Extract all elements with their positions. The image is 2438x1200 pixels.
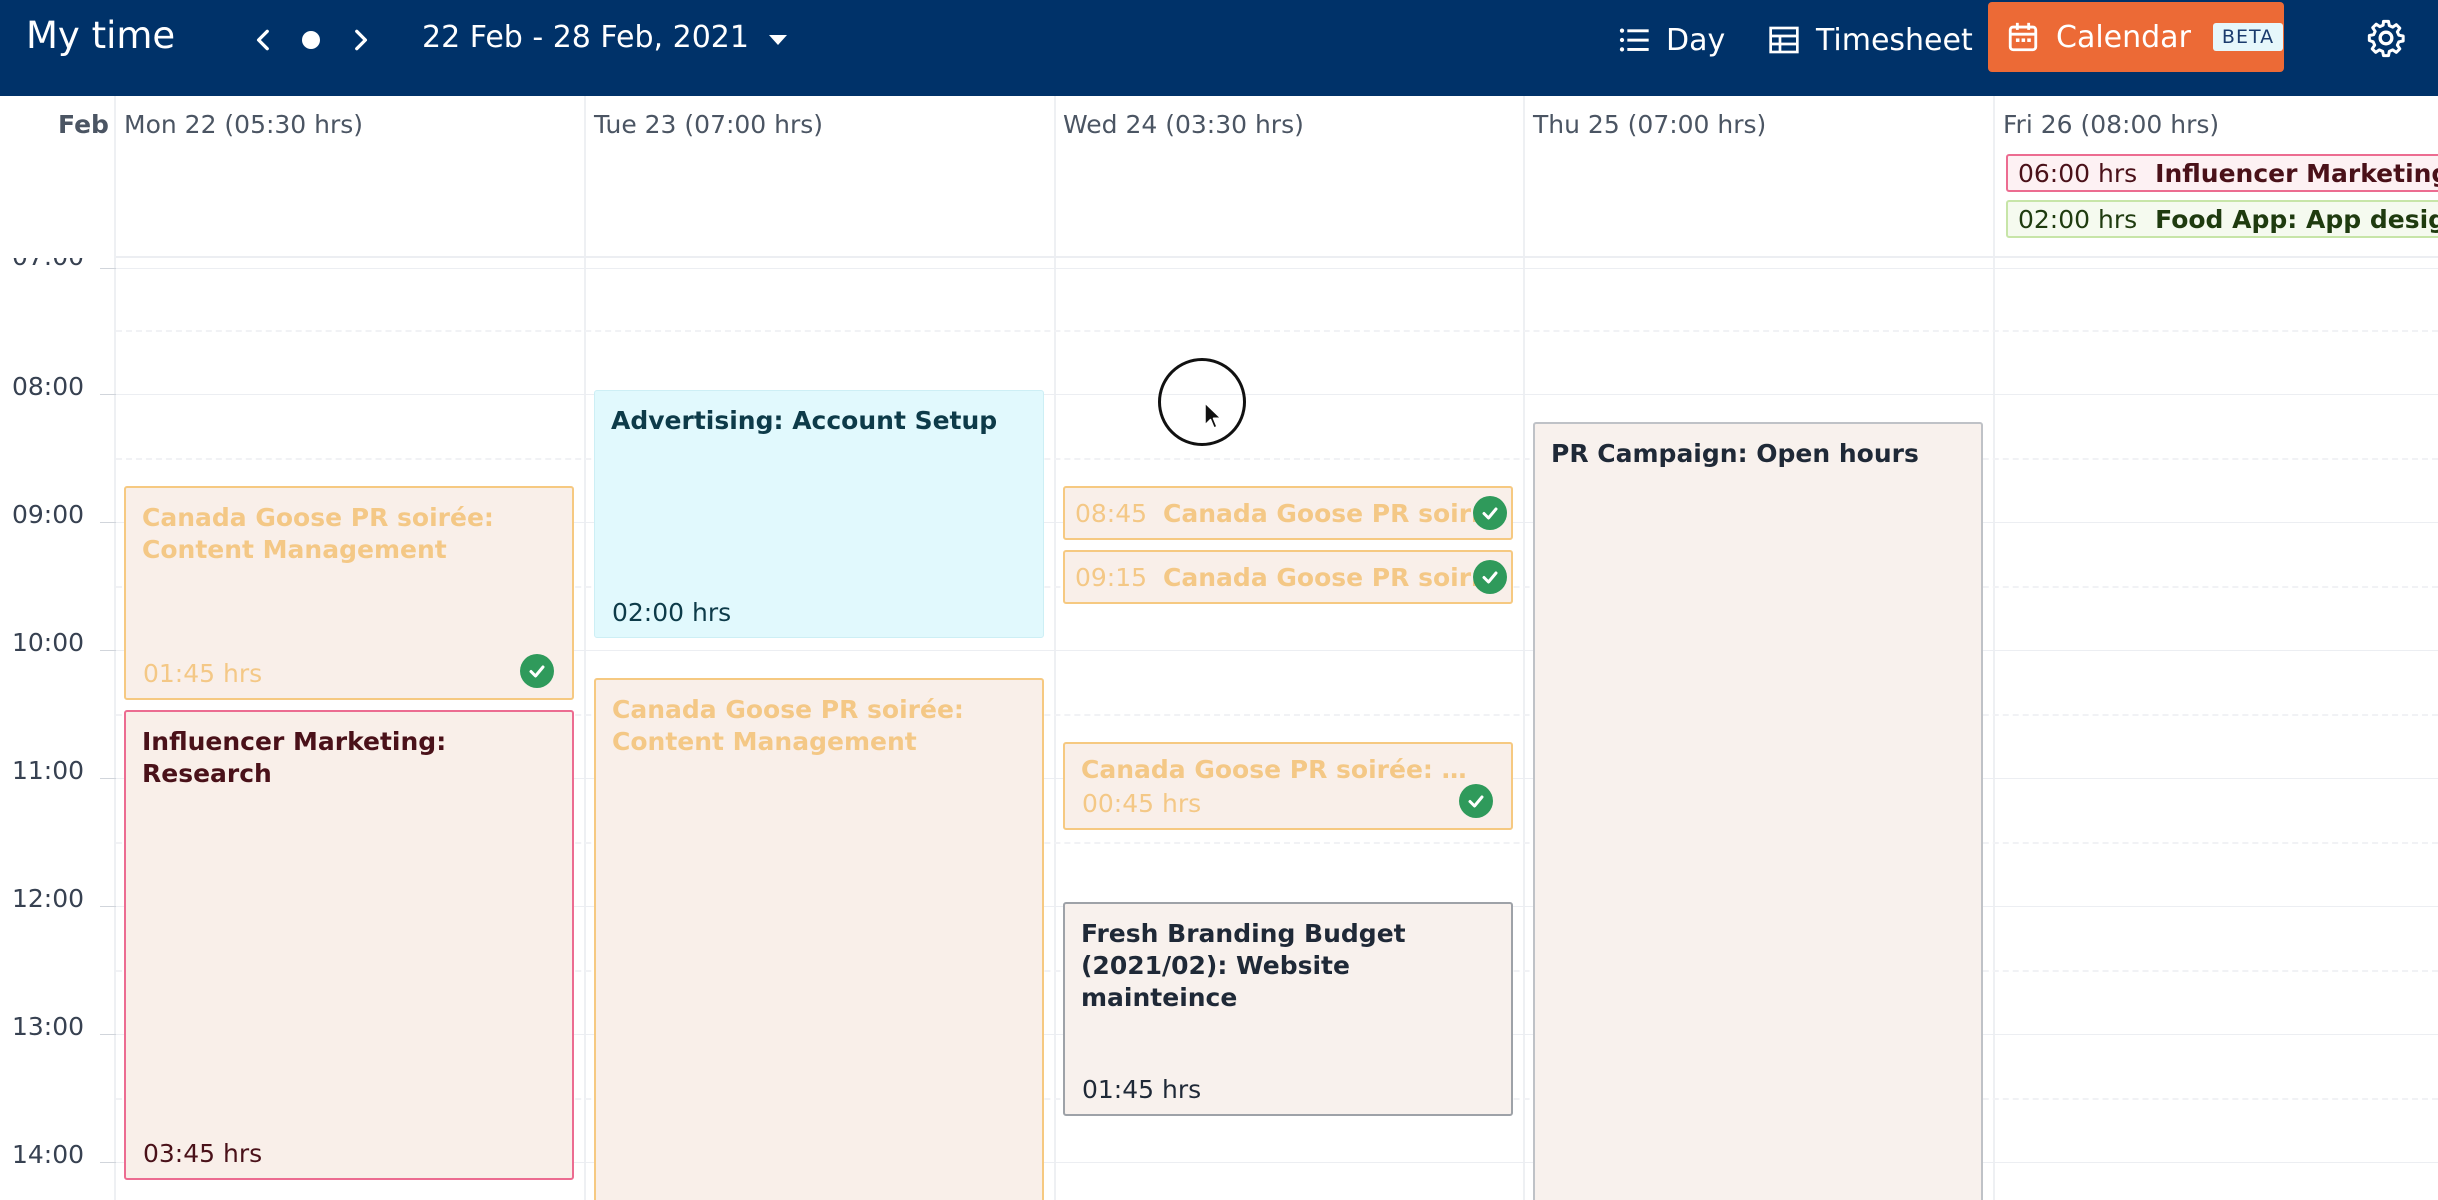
event-thu-pr-campaign[interactable]: PR Campaign: Open hours <box>1533 422 1983 1200</box>
approved-check-icon <box>1473 560 1507 594</box>
settings-button[interactable] <box>2366 18 2406 58</box>
event-tue-content-management[interactable]: Canada Goose PR soirée: Content Manageme… <box>594 678 1044 1200</box>
timesheet-view-button[interactable]: Timesheet <box>1768 16 1973 64</box>
calendar-view-label: Calendar <box>2056 19 2191 55</box>
approved-check-icon <box>1459 784 1493 818</box>
approved-check-icon <box>520 654 554 688</box>
hour-label: 14:00 <box>12 1140 85 1169</box>
allday-duration: 06:00 hrs <box>2018 158 2138 188</box>
event-time: 09:15 <box>1075 562 1148 592</box>
day-header-thu[interactable]: Thu 25 (07:00 hrs) <box>1533 110 1766 139</box>
week-calendar: Feb Mon 22 (05:30 hrs) Tue 23 (07:00 hrs… <box>0 96 2438 1200</box>
half-hour-line <box>116 330 2438 332</box>
list-icon <box>1619 28 1649 52</box>
hour-label: 12:00 <box>12 884 85 913</box>
hour-label-clip: 07:00 <box>0 258 110 298</box>
day-view-button[interactable]: Day <box>1618 16 1725 64</box>
allday-duration: 02:00 hrs <box>2018 204 2138 234</box>
event-duration: 01:45 hrs <box>143 659 263 688</box>
table-icon <box>1769 26 1799 54</box>
day-header-tue[interactable]: Tue 23 (07:00 hrs) <box>594 110 823 139</box>
event-wed-branding-website[interactable]: Fresh Branding Budget (2021/02): Website… <box>1063 902 1513 1116</box>
allday-title: Food App: App design <box>2155 204 2438 234</box>
allday-event[interactable]: 06:00 hrs Influencer Marketing: ... <box>2006 154 2438 192</box>
hour-tick <box>100 1034 116 1035</box>
calendar-view-button[interactable]: Calendar BETA <box>1988 2 2284 72</box>
calendar-icon <box>2008 22 2038 52</box>
month-label: Feb <box>58 110 109 139</box>
event-duration: 02:00 hrs <box>612 598 732 627</box>
event-duration: 00:45 hrs <box>1082 789 1202 818</box>
event-title: Canada Goose PR soirée: Content Manageme… <box>142 503 494 564</box>
page-title: My time <box>26 14 176 57</box>
allday-title: Influencer Marketing: ... <box>2155 158 2438 188</box>
day-header-fri[interactable]: Fri 26 (08:00 hrs) <box>2003 110 2219 139</box>
day-header-mon[interactable]: Mon 22 (05:30 hrs) <box>124 110 363 139</box>
today-dot-icon[interactable] <box>302 31 320 49</box>
chevron-left-icon <box>256 29 269 51</box>
day-view-label: Day <box>1666 22 1726 58</box>
chevron-right-icon <box>355 29 368 51</box>
timesheet-view-label: Timesheet <box>1816 22 1973 58</box>
event-wed-0915[interactable]: 09:15 Canada Goose PR soirée: ... <box>1063 550 1513 604</box>
event-title: Influencer Marketing: Research <box>142 727 447 788</box>
day-header-wed[interactable]: Wed 24 (03:30 hrs) <box>1063 110 1304 139</box>
date-range-label: 22 Feb - 28 Feb, 2021 <box>422 20 749 55</box>
caret-down-icon <box>768 34 787 45</box>
event-title: Canada Goose PR soirée: Conte... <box>1081 755 1471 784</box>
date-range-picker[interactable]: 22 Feb - 28 Feb, 2021 <box>422 20 787 55</box>
event-mon-content-management[interactable]: Canada Goose PR soirée: Content Manageme… <box>124 486 574 700</box>
event-title: Fresh Branding Budget (2021/02): Website… <box>1081 919 1406 1012</box>
hour-label: 08:00 <box>12 372 85 401</box>
previous-week-button[interactable] <box>242 18 286 62</box>
event-title: Canada Goose PR soirée: ... <box>1163 562 1511 592</box>
hour-tick <box>100 1162 116 1163</box>
hour-label: 13:00 <box>12 1012 85 1041</box>
event-title: Advertising: Account Setup <box>611 406 998 435</box>
allday-event[interactable]: 02:00 hrs Food App: App design <box>2006 200 2438 238</box>
hour-tick <box>100 394 116 395</box>
cursor-highlight <box>1158 358 1246 446</box>
top-bar: My time 22 Feb - 28 Feb, 2021 Day Timesh… <box>0 0 2438 96</box>
hour-line <box>116 394 2438 395</box>
event-mon-influencer-research[interactable]: Influencer Marketing: Research 03:45 hrs <box>124 710 574 1180</box>
gear-icon <box>2367 19 2405 58</box>
half-hour-line <box>116 458 2438 460</box>
event-duration: 03:45 hrs <box>143 1139 263 1168</box>
event-wed-content-management[interactable]: Canada Goose PR soirée: Conte... 00:45 h… <box>1063 742 1513 830</box>
hour-tick <box>100 906 116 907</box>
next-week-button[interactable] <box>338 18 382 62</box>
hour-label: 09:00 <box>12 500 85 529</box>
event-title: Canada Goose PR soirée: Content Manageme… <box>612 695 964 756</box>
mouse-pointer-icon <box>1204 402 1222 429</box>
hour-label: 10:00 <box>12 628 85 657</box>
hour-tick <box>100 650 116 651</box>
hour-label: 11:00 <box>12 756 85 785</box>
approved-check-icon <box>1473 496 1507 530</box>
allday-separator <box>116 256 2438 258</box>
hour-tick <box>100 522 116 523</box>
hour-line <box>116 268 2438 269</box>
event-title: PR Campaign: Open hours <box>1551 439 1919 468</box>
event-wed-0845[interactable]: 08:45 Canada Goose PR soirée: ... <box>1063 486 1513 540</box>
hour-tick <box>100 778 116 779</box>
event-time: 08:45 <box>1075 498 1148 528</box>
event-duration: 01:45 hrs <box>1082 1075 1202 1104</box>
beta-badge: BETA <box>2212 23 2284 51</box>
event-title: Canada Goose PR soirée: ... <box>1163 498 1511 528</box>
event-tue-advertising-setup[interactable]: Advertising: Account Setup 02:00 hrs <box>594 390 1044 638</box>
hour-label: 07:00 <box>12 258 84 271</box>
